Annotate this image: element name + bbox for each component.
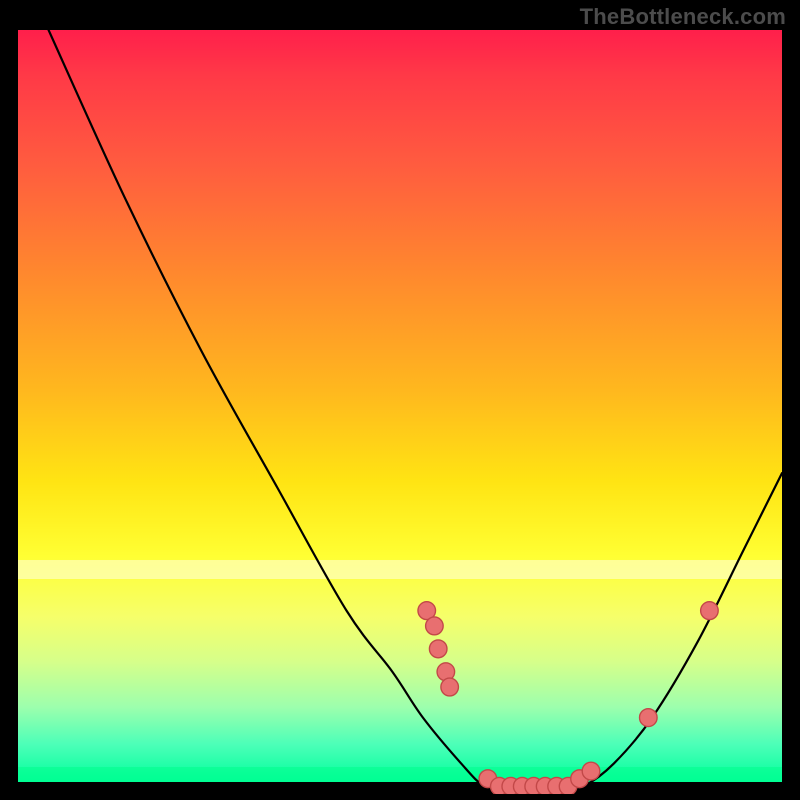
marker-point [441,678,459,696]
markers-layer [18,30,782,794]
marker-point [429,640,447,658]
marker-point [582,762,600,780]
marker-point [426,617,444,635]
chart-root: TheBottleneck.com [0,0,800,800]
plot-frame [18,30,782,782]
plot-area [18,30,782,782]
marker-point [701,602,719,620]
marker-point [640,709,658,727]
markers-group [418,602,718,794]
watermark-text: TheBottleneck.com [580,4,786,30]
